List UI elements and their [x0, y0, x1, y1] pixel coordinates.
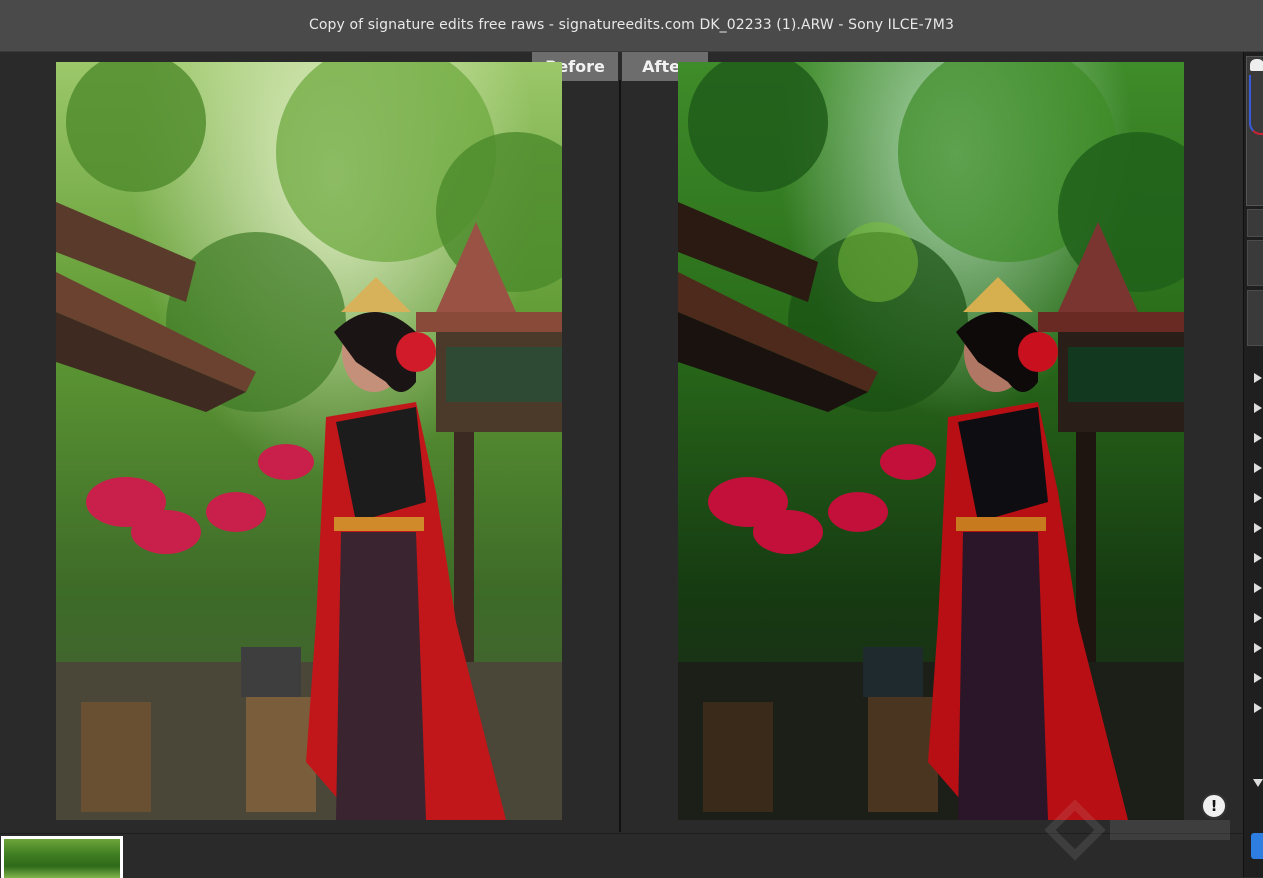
chevron-right-icon[interactable] [1254, 613, 1262, 623]
watermark-logo [1044, 799, 1230, 861]
chevron-right-icon[interactable] [1254, 703, 1262, 713]
chevron-right-icon[interactable] [1254, 373, 1262, 383]
chevron-right-icon[interactable] [1254, 673, 1262, 683]
before-photo-graphic [56, 62, 562, 820]
chevron-right-icon[interactable] [1254, 433, 1262, 443]
chevron-right-icon[interactable] [1254, 583, 1262, 593]
window-title: Copy of signature edits free raws - sign… [309, 17, 954, 33]
chevron-right-icon[interactable] [1254, 553, 1262, 563]
after-image [678, 62, 1184, 820]
chevron-right-icon[interactable] [1254, 643, 1262, 653]
chevron-down-icon[interactable] [1253, 779, 1263, 787]
chevron-right-icon[interactable] [1254, 403, 1262, 413]
after-photo-graphic [678, 62, 1184, 820]
histogram-panel[interactable] [1246, 56, 1263, 206]
panel-button[interactable] [1247, 240, 1263, 286]
window-titlebar: Copy of signature edits free raws - sign… [0, 0, 1263, 52]
filmstrip-thumbnail[interactable] [1, 836, 123, 878]
panel-button[interactable] [1247, 290, 1263, 346]
chevron-right-icon[interactable] [1254, 523, 1262, 533]
right-tool-panel [1243, 52, 1263, 877]
cloud-icon[interactable] [1250, 59, 1263, 71]
thumbnail-image [4, 839, 120, 878]
chevron-right-icon[interactable] [1254, 493, 1262, 503]
panel-button[interactable] [1247, 209, 1263, 237]
primary-action-button[interactable] [1251, 833, 1263, 859]
histogram-curve [1249, 75, 1263, 135]
before-image [56, 62, 562, 820]
split-divider[interactable] [619, 80, 621, 832]
chevron-right-icon[interactable] [1254, 463, 1262, 473]
